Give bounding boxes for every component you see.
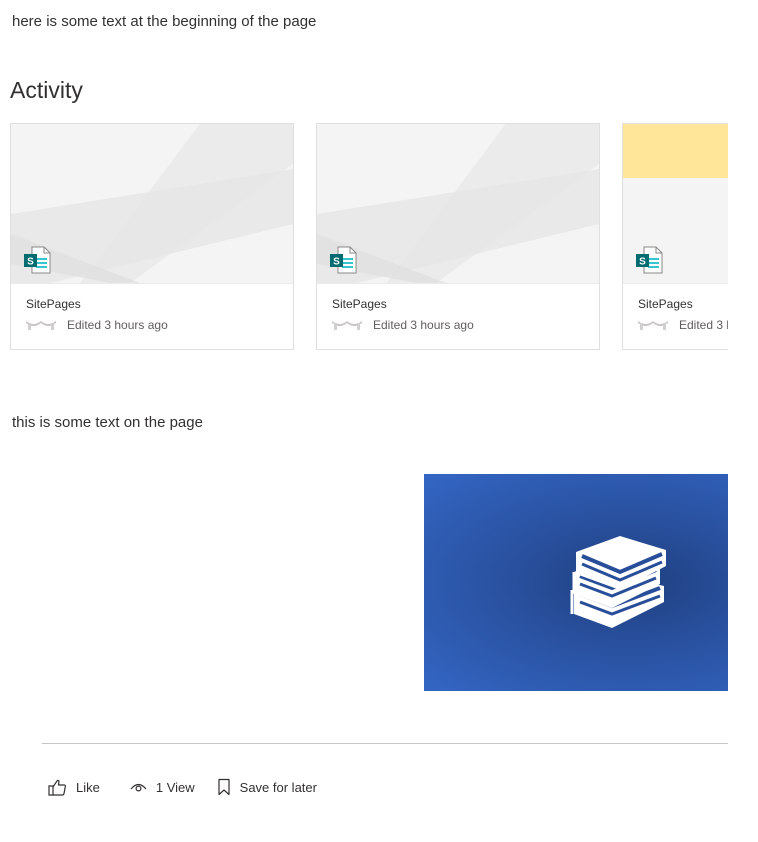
sharepoint-page-icon: S xyxy=(330,246,357,274)
card-site-name: SitePages xyxy=(26,297,81,311)
activity-card[interactable]: S SitePages Edited 3 hours ago xyxy=(10,123,294,350)
card-thumbnail: S xyxy=(11,124,293,284)
avatar-placeholder-icon xyxy=(26,321,56,330)
page: here is some text at the beginning of th… xyxy=(0,0,758,842)
books-stack-icon xyxy=(570,536,666,628)
divider xyxy=(42,743,728,744)
card-thumbnail: S xyxy=(317,124,599,284)
sharepoint-page-icon: S xyxy=(24,246,51,274)
card-meta: Edited 3 hours ago xyxy=(26,317,168,333)
activity-cards: S SitePages Edited 3 hours ago S SitePag… xyxy=(10,123,728,353)
bookmark-icon xyxy=(218,778,230,796)
intro-text: here is some text at the beginning of th… xyxy=(12,13,317,30)
activity-card[interactable]: S SitePages Edited 3 hours ago xyxy=(316,123,600,350)
card-banner xyxy=(623,124,728,178)
save-for-later-button[interactable]: Save for later xyxy=(217,778,317,796)
svg-text:S: S xyxy=(639,257,646,268)
svg-text:S: S xyxy=(27,257,34,268)
svg-text:S: S xyxy=(333,257,340,268)
avatar-placeholder-icon xyxy=(332,321,362,330)
views-label: 1 View xyxy=(155,779,195,795)
eye-icon xyxy=(130,783,147,792)
sharepoint-page-icon: S xyxy=(636,246,663,274)
activity-card[interactable]: S SitePages Edited 3 hours ago xyxy=(622,123,728,350)
save-label: Save for later xyxy=(239,779,317,795)
card-edited-time: Edited 3 hours ago xyxy=(373,318,474,332)
like-label: Like xyxy=(76,779,100,795)
thumbs-up-icon xyxy=(48,779,66,796)
card-site-name: SitePages xyxy=(638,297,693,311)
card-edited-time: Edited 3 hours ago xyxy=(67,318,168,332)
card-thumbnail: S xyxy=(623,124,728,284)
activity-section-title: Activity xyxy=(10,77,83,103)
social-bar: Like 1 View Save for later xyxy=(48,776,317,798)
books-image xyxy=(424,474,728,691)
card-edited-time: Edited 3 hours ago xyxy=(679,318,728,332)
card-site-name: SitePages xyxy=(332,297,387,311)
like-button[interactable]: Like xyxy=(48,779,100,796)
avatar-placeholder-icon xyxy=(638,321,668,330)
card-meta: Edited 3 hours ago xyxy=(638,317,728,333)
body-text: this is some text on the page xyxy=(12,414,203,431)
card-meta: Edited 3 hours ago xyxy=(332,317,474,333)
views-count: 1 View xyxy=(130,780,195,795)
